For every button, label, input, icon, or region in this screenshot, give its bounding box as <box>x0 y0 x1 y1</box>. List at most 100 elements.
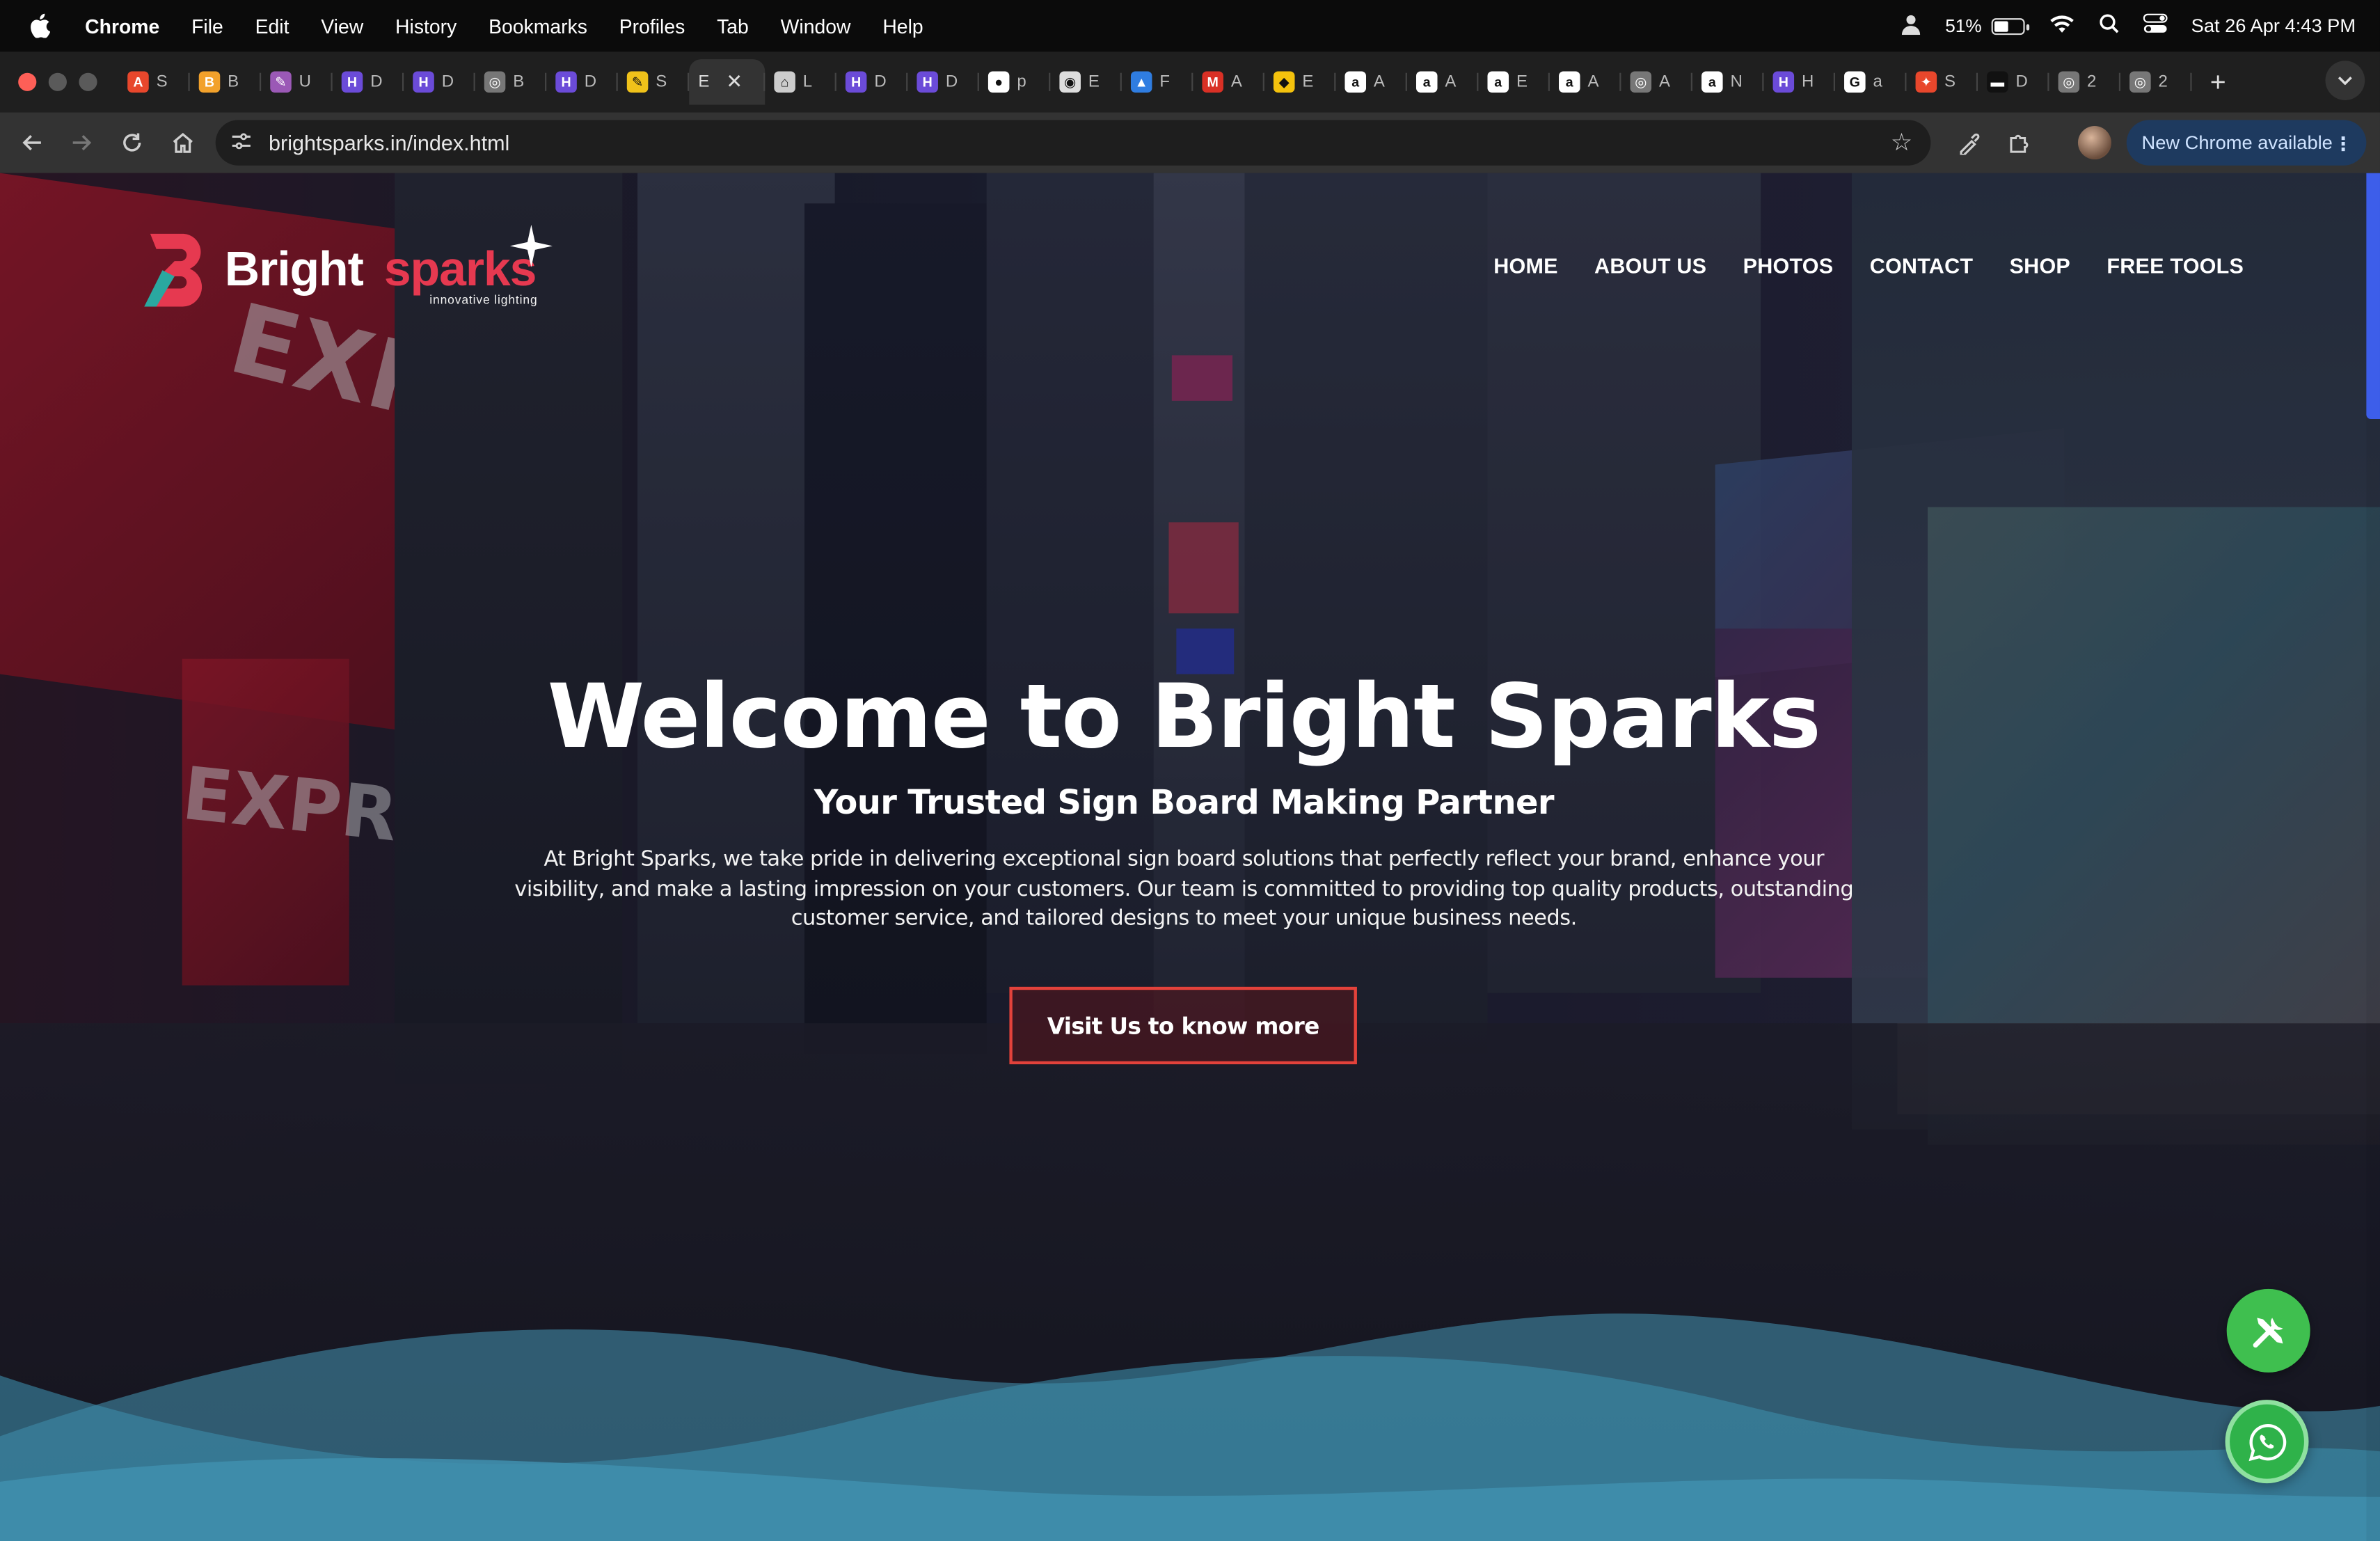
browser-tab[interactable]: HH <box>1763 59 1835 104</box>
menu-edit[interactable]: Edit <box>255 15 289 38</box>
new-tab-button[interactable]: + <box>2210 66 2226 98</box>
visit-us-button[interactable]: Visit Us to know more <box>1009 986 1357 1065</box>
browser-tab[interactable]: aE <box>1478 59 1550 104</box>
browser-tab[interactable]: BB <box>190 59 262 104</box>
browser-tab[interactable]: ◎ B <box>475 59 547 104</box>
close-tab-icon[interactable]: ✕ <box>726 70 743 94</box>
reload-button[interactable] <box>109 120 154 165</box>
nav-contact[interactable]: CONTACT <box>1870 253 1974 278</box>
browser-tab[interactable]: ✎ S <box>618 59 690 104</box>
tab-title: N <box>1730 72 1743 91</box>
tab-title: F <box>1159 72 1171 91</box>
site-nav: HOME ABOUT US PHOTOS CONTACT SHOP FREE T… <box>1493 253 2244 278</box>
profile-avatar[interactable] <box>2077 126 2111 160</box>
browser-tab[interactable]: HD <box>333 59 404 104</box>
tab-favicon-icon: H <box>341 71 363 93</box>
browser-tab[interactable]: ▬ D <box>1978 59 2049 104</box>
forward-button[interactable] <box>59 120 104 165</box>
menu-window[interactable]: Window <box>781 15 851 38</box>
browser-tab[interactable]: HD <box>836 59 908 104</box>
browser-tab[interactable]: HD <box>907 59 979 104</box>
battery-indicator[interactable]: 51% <box>1945 15 2029 36</box>
hero-subtitle: Your Trusted Sign Board Making Partner <box>814 784 1555 823</box>
back-button[interactable] <box>9 120 54 165</box>
tab-favicon-icon: a <box>1344 71 1367 93</box>
nav-about-us[interactable]: ABOUT US <box>1594 253 1706 278</box>
spotlight-search-icon[interactable] <box>2099 14 2118 38</box>
address-bar[interactable]: brightsparks.in/index.html ☆ <box>215 120 1931 166</box>
tab-search-button[interactable] <box>2325 61 2365 100</box>
tools-fab-button[interactable] <box>2226 1288 2310 1373</box>
nav-photos[interactable]: PHOTOS <box>1743 253 1834 278</box>
wifi-icon[interactable] <box>2049 14 2074 38</box>
chrome-update-label: New Chrome available <box>2141 132 2333 154</box>
kebab-menu-icon[interactable]: ⋮ <box>2333 132 2352 155</box>
page-scrollbar[interactable] <box>2366 173 2380 1541</box>
browser-tab[interactable]: ◉ E <box>1050 59 1122 104</box>
tab-title: E <box>1516 72 1528 91</box>
tab-title: 2 <box>2158 72 2168 91</box>
menu-help[interactable]: Help <box>882 15 923 38</box>
tab-title: 2 <box>2087 72 2097 91</box>
user-switch-icon[interactable] <box>1900 13 1921 39</box>
close-window-button[interactable] <box>18 72 37 91</box>
browser-tab[interactable]: ▲ F <box>1122 59 1193 104</box>
tab-favicon-icon: ◎ <box>484 71 506 93</box>
browser-tab[interactable]: ◎ 2 <box>2049 59 2121 104</box>
tab-favicon-icon: a <box>1415 71 1438 93</box>
browser-tab[interactable]: E ✕ <box>689 59 765 105</box>
tab-favicon-icon: H <box>1772 71 1795 93</box>
brand-logo[interactable]: Bright sparks innovative lighting <box>141 224 559 313</box>
menu-app-name[interactable]: Chrome <box>85 15 159 38</box>
macos-menubar: Chrome File Edit View History Bookmarks … <box>0 0 2380 52</box>
tab-favicon-icon: a <box>1701 71 1723 93</box>
tab-favicon-icon: ✎ <box>626 71 649 93</box>
browser-tab[interactable]: aA <box>1407 59 1479 104</box>
browser-tab[interactable]: ◎ 2 <box>2120 59 2192 104</box>
control-center-icon[interactable] <box>2142 13 2167 38</box>
tab-title: S <box>156 72 168 91</box>
bookmark-star-icon[interactable]: ☆ <box>1891 127 1912 158</box>
menu-tab[interactable]: Tab <box>717 15 749 38</box>
chrome-update-button[interactable]: New Chrome available ⋮ <box>2126 120 2367 166</box>
browser-tab[interactable]: Ga <box>1835 59 1907 104</box>
scrollbar-thumb[interactable] <box>2366 173 2380 420</box>
browser-tab[interactable]: ◎ A <box>1621 59 1692 104</box>
tab-favicon-icon: ◆ <box>1273 71 1295 93</box>
zoom-window-button[interactable] <box>79 72 97 91</box>
tab-favicon-icon: ◎ <box>2058 71 2080 93</box>
nav-home[interactable]: HOME <box>1493 253 1557 278</box>
site-info-icon[interactable] <box>231 132 258 155</box>
nav-free-tools[interactable]: FREE TOOLS <box>2107 253 2244 278</box>
menu-file[interactable]: File <box>191 15 223 38</box>
minimize-window-button[interactable] <box>48 72 67 91</box>
nav-shop[interactable]: SHOP <box>2010 253 2070 278</box>
browser-tab[interactable]: ⌂ L <box>765 59 836 104</box>
browser-tab[interactable]: aN <box>1692 59 1764 104</box>
menubar-clock[interactable]: Sat 26 Apr 4:43 PM <box>2191 15 2356 37</box>
browser-tab[interactable]: ◆ E <box>1264 59 1336 104</box>
browser-tab[interactable]: HD <box>404 59 475 104</box>
browser-tab[interactable]: ✎ U <box>261 59 333 104</box>
browser-tab[interactable]: aA <box>1550 59 1621 104</box>
browser-tab[interactable]: aA <box>1335 59 1407 104</box>
tab-favicon-icon: H <box>845 71 867 93</box>
browser-tab[interactable]: ✦ S <box>1906 59 1978 104</box>
menu-history[interactable]: History <box>395 15 457 38</box>
whatsapp-fab-button[interactable] <box>2225 1400 2309 1484</box>
tab-favicon-icon: a <box>1487 71 1509 93</box>
browser-tab[interactable]: ● p <box>979 59 1051 104</box>
tab-favicon-icon: ✦ <box>1915 71 1937 93</box>
tools-icon <box>2252 1317 2283 1348</box>
menu-bookmarks[interactable]: Bookmarks <box>489 15 587 38</box>
home-button[interactable] <box>159 120 205 165</box>
address-url[interactable]: brightsparks.in/index.html <box>269 131 509 155</box>
menu-view[interactable]: View <box>321 15 363 38</box>
extensions-puzzle-icon[interactable] <box>2001 125 2037 161</box>
apple-icon[interactable] <box>27 13 51 38</box>
eyedropper-extension-icon[interactable] <box>1951 125 1987 161</box>
browser-tab[interactable]: MA <box>1193 59 1264 104</box>
menu-profiles[interactable]: Profiles <box>619 15 685 38</box>
browser-tab[interactable]: AS <box>118 59 190 104</box>
browser-tab[interactable]: HD <box>546 59 618 104</box>
